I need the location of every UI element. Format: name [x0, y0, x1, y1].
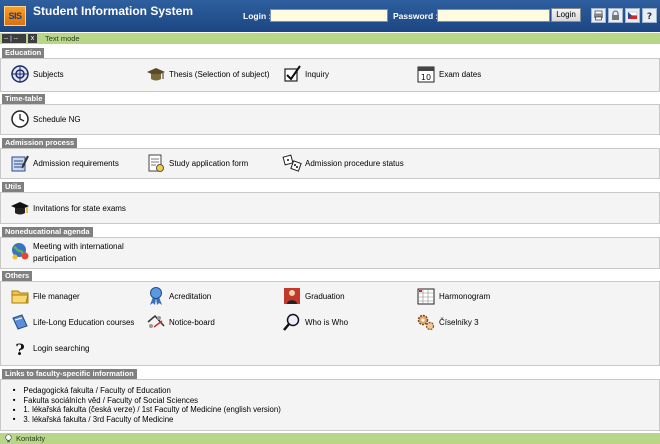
footer-bar: Kontakty: [0, 433, 660, 444]
lock-icon[interactable]: [608, 8, 623, 23]
module-file-manager[interactable]: File manager: [10, 286, 80, 306]
section-header-links: Links to faculty-specific information: [2, 369, 137, 379]
password-input[interactable]: [437, 9, 550, 22]
login-input[interactable]: [270, 9, 388, 22]
section-header-admission: Admission process: [2, 138, 78, 148]
section-utils: Invitations for state exams: [0, 192, 660, 224]
module-inquiry[interactable]: Inquiry: [282, 64, 329, 84]
section-header-noneducational: Noneducational agenda: [2, 227, 93, 237]
contacts-link[interactable]: Kontakty: [16, 434, 45, 443]
award-ribbon-icon: [146, 286, 166, 306]
module-label: Schedule NG: [33, 114, 81, 124]
module-label: Life-Long Education courses: [33, 317, 135, 327]
section-links: Pedagogická fakulta / Faculty of Educati…: [0, 379, 660, 431]
module-label: Graduation: [305, 291, 345, 301]
faculty-link[interactable]: Fakulta sociálních věd / Faculty of Soci…: [13, 396, 281, 406]
module-subjects[interactable]: Subjects: [10, 64, 64, 84]
faculty-link[interactable]: Pedagogická fakulta / Faculty of Educati…: [13, 386, 281, 396]
module-thesis[interactable]: Thesis (Selection of subject): [146, 64, 270, 84]
module-label: Harmonogram: [439, 291, 491, 301]
module-study-application-form[interactable]: Study application form: [146, 153, 248, 173]
module-admission-requirements[interactable]: Admission requirements: [10, 153, 119, 173]
faculty-link[interactable]: 3. lékařská fakulta / 3rd Faculty of Med…: [13, 415, 281, 425]
module-life-long-education[interactable]: Life-Long Education courses: [10, 312, 134, 332]
graduation-cap-icon: [146, 64, 166, 84]
app-title: Student Information System: [33, 4, 194, 18]
module-invitations-state-exams[interactable]: Invitations for state exams: [10, 198, 126, 218]
calendar-icon: 10: [416, 64, 436, 84]
svg-text:?: ?: [15, 340, 24, 358]
mortarboard-icon: [10, 198, 30, 218]
svg-text:10: 10: [421, 73, 431, 82]
globe-icon: [10, 241, 30, 261]
section-timetable: Schedule NG: [0, 104, 660, 135]
help-icon[interactable]: ?: [642, 8, 657, 23]
section-admission: Admission requirements Study application…: [0, 148, 660, 179]
module-label: Thesis (Selection of subject): [169, 69, 270, 79]
document-pen-icon: [10, 153, 30, 173]
graduate-person-icon: [282, 286, 302, 306]
module-label: Acreditation: [169, 291, 212, 301]
form-document-icon: [146, 153, 166, 173]
toolbar: -- | -- x Text mode: [0, 33, 660, 44]
module-harmonogram[interactable]: Harmonogram: [416, 286, 490, 306]
module-label: Login searching: [33, 343, 90, 353]
question-mark-icon: ?: [10, 338, 30, 358]
folder-icon: [10, 286, 30, 306]
password-label: Password :: [393, 11, 439, 21]
header-bar: SIS Student Information System Login : P…: [0, 0, 660, 32]
module-label: Invitations for state exams: [33, 203, 126, 213]
module-label: Who is Who: [305, 317, 349, 327]
module-label: Číselníky 3: [439, 317, 479, 327]
module-label: Meeting with international participation: [33, 242, 124, 263]
module-label: Inquiry: [305, 69, 330, 79]
faculty-links-list: Pedagogická fakulta / Faculty of Educati…: [13, 386, 281, 425]
module-acreditation[interactable]: Acreditation: [146, 286, 211, 306]
language-flag-icon[interactable]: [625, 8, 640, 23]
module-label: Study application form: [169, 158, 249, 168]
section-education: Subjects Thesis (Selection of subject) I…: [0, 58, 660, 92]
gears-icon: [416, 312, 436, 332]
module-international-meeting[interactable]: Meeting with international participation: [10, 241, 143, 265]
module-label: File manager: [33, 291, 80, 301]
module-graduation[interactable]: Graduation: [282, 286, 345, 306]
print-icon[interactable]: [591, 8, 606, 23]
module-login-searching[interactable]: ? Login searching: [10, 338, 89, 358]
dice-icon: [282, 153, 302, 173]
module-notice-board[interactable]: Notice-board: [146, 312, 215, 332]
login-label: Login :: [243, 11, 272, 21]
notice-board-icon: [146, 312, 166, 332]
section-header-others: Others: [2, 271, 33, 281]
sis-logo[interactable]: SIS: [4, 6, 26, 26]
text-mode-link[interactable]: Text mode: [45, 34, 80, 43]
section-header-education: Education: [2, 48, 45, 58]
module-label: Admission procedure status: [305, 158, 404, 168]
subjects-icon: [10, 64, 30, 84]
section-header-utils: Utils: [2, 182, 25, 192]
section-header-timetable: Time-table: [2, 94, 46, 104]
checkbox-check-icon: [282, 64, 302, 84]
module-who-is-who[interactable]: Who is Who: [282, 312, 348, 332]
svg-text:?: ?: [647, 12, 652, 21]
module-label: Exam dates: [439, 69, 482, 79]
faculty-link[interactable]: 1. lékařská fakulta (česká verze) / 1st …: [13, 405, 280, 415]
module-label: Admission requirements: [33, 158, 119, 168]
section-noneducational: Meeting with international participation: [0, 237, 660, 269]
module-admission-procedure-status[interactable]: Admission procedure status: [282, 153, 404, 173]
magnifier-icon: [282, 312, 302, 332]
module-label: Notice-board: [169, 317, 215, 327]
clock-icon: [10, 109, 30, 129]
module-label: Subjects: [33, 69, 64, 79]
module-ciselniky-3[interactable]: Číselníky 3: [416, 312, 479, 332]
section-others: File manager Acreditation Graduation Har…: [0, 281, 660, 366]
schedule-grid-icon: [416, 286, 436, 306]
books-icon: [10, 312, 30, 332]
module-exam-dates[interactable]: 10 Exam dates: [416, 64, 481, 84]
lightbulb-icon: [4, 434, 13, 443]
close-box-icon[interactable]: x: [28, 34, 37, 43]
login-button[interactable]: Login: [551, 8, 581, 22]
mode-select[interactable]: -- | --: [2, 34, 26, 43]
module-schedule-ng[interactable]: Schedule NG: [10, 109, 81, 129]
